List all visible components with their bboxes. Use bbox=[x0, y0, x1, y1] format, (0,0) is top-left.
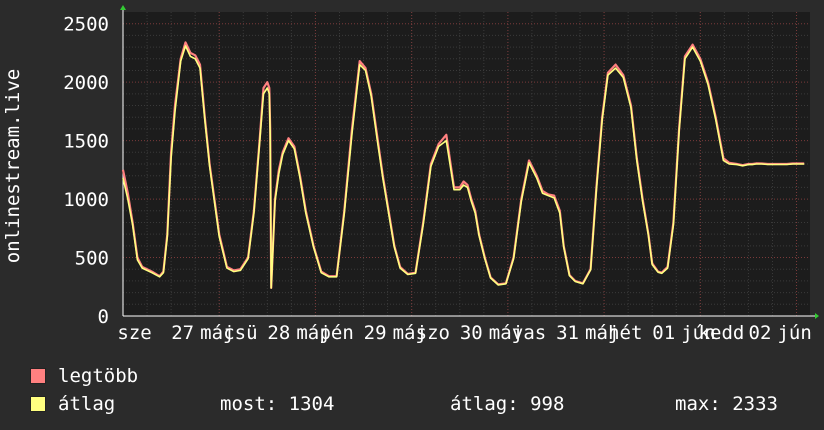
y-tick-label: 2500 bbox=[63, 14, 109, 36]
x-tick-label: csü bbox=[223, 322, 257, 344]
x-tick-label: 27 bbox=[171, 322, 194, 344]
chart: 05001000150020002500 sze 27 májcsü 28 májpén… bbox=[2, 5, 819, 344]
x-tick-label: hét bbox=[608, 322, 642, 344]
legend-row-max: legtöbb bbox=[30, 362, 820, 390]
y-axis-arrow bbox=[120, 5, 126, 10]
legend-swatch-max bbox=[30, 368, 46, 384]
x-tick-label: 28 bbox=[267, 322, 290, 344]
legend-label-avg: átlag bbox=[58, 393, 116, 415]
x-axis-arrow bbox=[815, 313, 819, 319]
x-tick-labels: sze 27 májcsü 28 májpén 29 májszo 30 májvas 31 máj… bbox=[117, 322, 811, 344]
x-tick-label: 29 bbox=[364, 322, 387, 344]
x-tick-label: kedd bbox=[699, 322, 745, 344]
x-tick-label: 01 bbox=[652, 322, 675, 344]
y-tick-label: 0 bbox=[98, 306, 109, 328]
y-tick-label: 1500 bbox=[63, 131, 109, 153]
y-tick-label: 1000 bbox=[63, 189, 109, 211]
legend-label-max: legtöbb bbox=[58, 365, 139, 387]
plot-background bbox=[123, 12, 810, 316]
x-tick-label: szo bbox=[416, 322, 450, 344]
stat-average: átlag: 998 bbox=[450, 393, 565, 415]
x-tick-label: 02 bbox=[749, 322, 772, 344]
legend: legtöbb átlag most: 1304 átlag: 998 max:… bbox=[30, 362, 820, 418]
legend-row-avg: átlag most: 1304 átlag: 998 max: 2333 bbox=[30, 390, 820, 418]
y-tick-label: 2000 bbox=[63, 72, 109, 94]
legend-swatch-avg bbox=[30, 396, 46, 412]
x-tick-label: 31 bbox=[556, 322, 579, 344]
stat-max: max: 2333 bbox=[675, 393, 778, 415]
y-axis-label: onlinestream.live bbox=[2, 69, 24, 263]
y-tick-labels: 0 500 1000 1500 2000 2500 bbox=[63, 14, 109, 328]
x-tick-label: sze bbox=[117, 322, 151, 344]
x-tick-label: 30 bbox=[460, 322, 483, 344]
y-tick-label: 500 bbox=[75, 248, 109, 270]
stat-now: most: 1304 bbox=[220, 393, 335, 415]
x-tick-label: vas bbox=[512, 322, 546, 344]
x-tick-label: pén bbox=[319, 322, 353, 344]
x-tick-label: jún bbox=[777, 322, 811, 344]
